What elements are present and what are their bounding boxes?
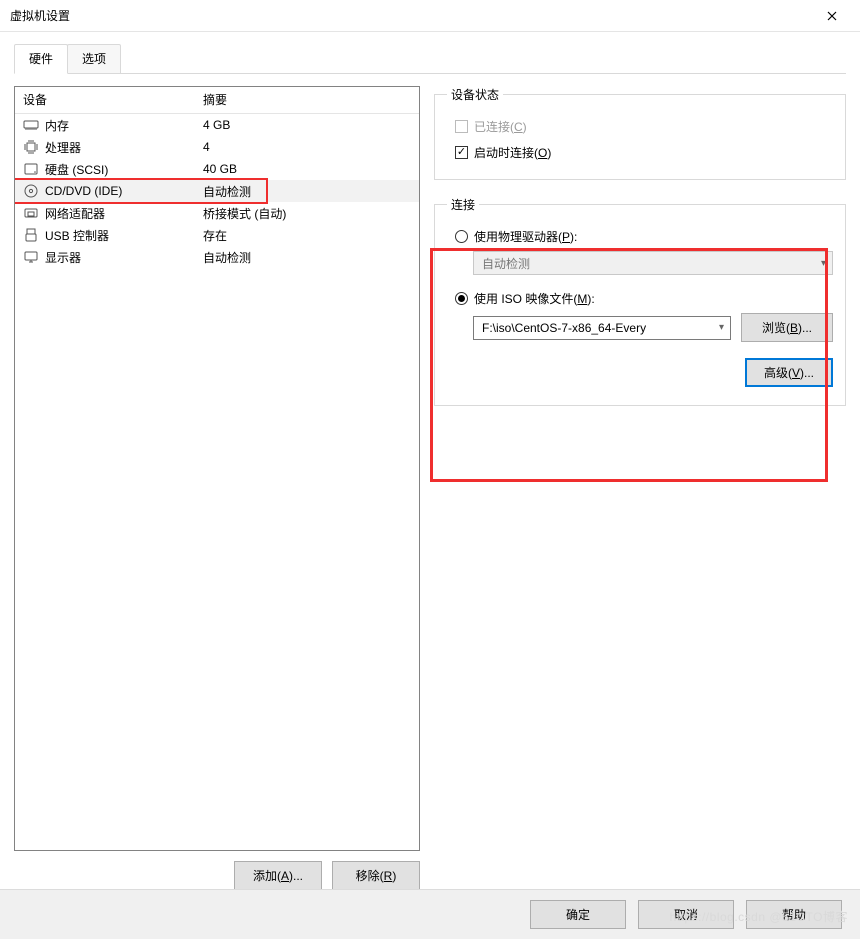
iso-input-row: F:\iso\CentOS-7-x86_64-Every ▾ 浏览(B)... — [473, 313, 833, 342]
physical-drive-combo: 自动检测 ▾ — [473, 251, 833, 275]
connected-checkbox-row[interactable]: 已连接(C) — [455, 115, 833, 137]
list-item[interactable]: 硬盘 (SCSI) 40 GB — [15, 158, 419, 180]
ok-button[interactable]: 确定 — [530, 900, 626, 929]
list-item[interactable]: USB 控制器 存在 — [15, 224, 419, 246]
iso-radio-row[interactable]: 使用 ISO 映像文件(M): — [455, 287, 833, 309]
display-icon — [23, 249, 39, 265]
right-column: 设备状态 已连接(C) ✓ 启动时连接(O) 连接 使用物理驱动器(P): — [434, 86, 846, 890]
device-status-group: 设备状态 已连接(C) ✓ 启动时连接(O) — [434, 86, 846, 180]
browse-button[interactable]: 浏览(B)... — [741, 313, 833, 342]
device-name: CD/DVD (IDE) — [45, 184, 122, 198]
remove-button[interactable]: 移除(R) — [332, 861, 420, 890]
connected-label: 已连接(C) — [474, 118, 527, 135]
device-summary: 4 — [195, 140, 419, 154]
list-item[interactable]: CD/DVD (IDE) 自动检测 — [15, 180, 419, 202]
header-summary[interactable]: 摘要 — [195, 87, 419, 113]
add-button[interactable]: 添加(A)... — [234, 861, 322, 890]
content-area: 设备 摘要 内存 4 GB — [0, 74, 860, 894]
device-name: USB 控制器 — [45, 227, 109, 244]
tab-options[interactable]: 选项 — [67, 44, 121, 74]
list-item[interactable]: 网络适配器 桥接模式 (自动) — [15, 202, 419, 224]
device-name: 网络适配器 — [45, 205, 105, 222]
tab-strip: 硬件 选项 — [0, 32, 860, 74]
device-summary: 自动检测 — [195, 183, 419, 200]
header-device[interactable]: 设备 — [15, 87, 195, 113]
device-summary: 4 GB — [195, 118, 419, 132]
radio-icon — [455, 292, 468, 305]
cpu-icon — [23, 139, 39, 155]
memory-icon — [23, 117, 39, 133]
advanced-button[interactable]: 高级(V)... — [745, 358, 833, 387]
close-button[interactable] — [812, 2, 852, 30]
cd-icon — [23, 183, 39, 199]
device-status-legend: 设备状态 — [447, 86, 503, 103]
device-summary: 存在 — [195, 227, 419, 244]
device-summary: 桥接模式 (自动) — [195, 205, 419, 222]
physical-drive-label: 使用物理驱动器(P): — [474, 228, 577, 245]
close-icon — [827, 11, 837, 21]
connection-legend: 连接 — [447, 196, 479, 213]
iso-path-combo[interactable]: F:\iso\CentOS-7-x86_64-Every ▾ — [473, 316, 731, 340]
device-name: 显示器 — [45, 249, 81, 266]
tab-hardware[interactable]: 硬件 — [14, 44, 68, 74]
usb-icon — [23, 227, 39, 243]
device-name: 处理器 — [45, 139, 81, 156]
iso-label: 使用 ISO 映像文件(M): — [474, 290, 595, 307]
device-name: 内存 — [45, 117, 69, 134]
radio-icon — [455, 230, 468, 243]
connect-at-poweron-checkbox-row[interactable]: ✓ 启动时连接(O) — [455, 141, 833, 163]
connect-at-poweron-label: 启动时连接(O) — [474, 144, 551, 161]
window-title: 虚拟机设置 — [10, 7, 812, 24]
device-name: 硬盘 (SCSI) — [45, 161, 108, 178]
device-summary: 自动检测 — [195, 249, 419, 266]
list-item[interactable]: 处理器 4 — [15, 136, 419, 158]
list-item[interactable]: 显示器 自动检测 — [15, 246, 419, 268]
left-column: 设备 摘要 内存 4 GB — [14, 86, 420, 890]
iso-path-value: F:\iso\CentOS-7-x86_64-Every — [482, 321, 646, 335]
dialog-button-bar: 确定 取消 帮助 — [0, 889, 860, 939]
cancel-button[interactable]: 取消 — [638, 900, 734, 929]
device-summary: 40 GB — [195, 162, 419, 176]
advanced-row: 高级(V)... — [447, 358, 833, 387]
physical-drive-radio-row[interactable]: 使用物理驱动器(P): — [455, 225, 833, 247]
checkbox-icon — [455, 120, 468, 133]
physical-drive-value: 自动检测 — [482, 255, 530, 272]
help-button[interactable]: 帮助 — [746, 900, 842, 929]
chevron-down-icon: ▾ — [821, 258, 826, 269]
disk-icon — [23, 161, 39, 177]
title-bar: 虚拟机设置 — [0, 0, 860, 32]
device-buttons: 添加(A)... 移除(R) — [14, 851, 420, 890]
device-list-header: 设备 摘要 — [15, 87, 419, 114]
list-item[interactable]: 内存 4 GB — [15, 114, 419, 136]
nic-icon — [23, 205, 39, 221]
checkbox-icon: ✓ — [455, 146, 468, 159]
device-list-body: 内存 4 GB 处理器 4 — [15, 114, 419, 850]
connection-group: 连接 使用物理驱动器(P): 自动检测 ▾ 使用 ISO 映像文件(M): F: — [434, 196, 846, 406]
chevron-down-icon: ▾ — [719, 322, 724, 333]
device-list: 设备 摘要 内存 4 GB — [14, 86, 420, 851]
